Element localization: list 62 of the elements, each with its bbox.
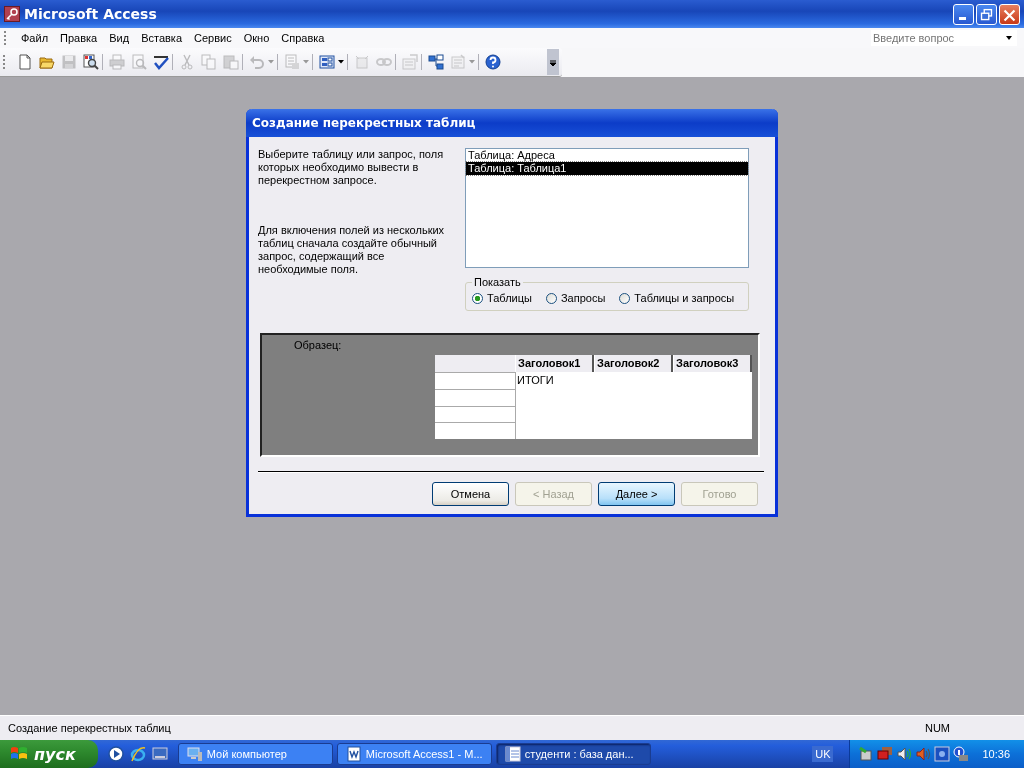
key-icon: [4, 6, 20, 22]
radio-label: Запросы: [560, 292, 606, 304]
page-magnifier-icon[interactable]: [83, 54, 99, 70]
sample-label: Образец:: [294, 339, 342, 351]
toolbar-options-icon[interactable]: [547, 49, 559, 75]
windows-flag-icon: [10, 746, 28, 762]
instruction-text: Для включения полей из нескольких таблиц сначала создайте обычный запрос, содержащий все необходимые поля.: [258, 224, 446, 276]
start-button[interactable]: пуск: [0, 740, 98, 768]
check-mark-icon[interactable]: [153, 54, 169, 70]
forms-icon[interactable]: [319, 54, 335, 70]
table-icon: [504, 746, 521, 762]
language-indicator[interactable]: UK: [812, 746, 834, 762]
dialog-button[interactable]: Далее >: [598, 482, 675, 506]
total-value: ИТОГИ: [517, 374, 554, 386]
column-header: Заголовок1: [515, 355, 594, 372]
document-icon: [345, 746, 362, 762]
menu-item[interactable]: Вид: [103, 30, 136, 46]
browser-icon[interactable]: [129, 746, 146, 762]
radio-icon[interactable]: [472, 292, 483, 304]
status-text: Создание перекрестных таблиц: [8, 722, 171, 734]
dropdown-arrow-icon: [1005, 34, 1013, 42]
menu-item[interactable]: Правка: [54, 30, 104, 46]
close-button[interactable]: [999, 3, 1020, 25]
group-label: Показать: [473, 276, 522, 288]
radio-label: Таблицы: [487, 292, 532, 304]
desktop-icon[interactable]: [151, 746, 168, 762]
computer-icon: [186, 746, 203, 762]
toolbar-button[interactable]: [80, 54, 103, 70]
window-icon[interactable]: [934, 746, 951, 762]
menu-item[interactable]: Окно: [237, 30, 276, 46]
menu-item[interactable]: Файл: [15, 30, 55, 46]
radio-icon[interactable]: [619, 292, 631, 304]
column-header: Заголовок2: [594, 355, 673, 372]
help-search-field[interactable]: Введите вопрос: [871, 30, 1017, 46]
info-icon[interactable]: [953, 746, 970, 762]
menu-item[interactable]: Сервис: [188, 30, 238, 46]
clock: 10:36: [982, 748, 1010, 760]
taskbar-button[interactable]: Мой компьютер: [177, 743, 333, 765]
minimize-icon: [959, 16, 966, 20]
radio-option[interactable]: Запросы: [545, 292, 606, 304]
taskbar-button[interactable]: студенти : база дан...: [495, 743, 651, 765]
network-icon[interactable]: [858, 746, 875, 762]
minimize-button[interactable]: [953, 3, 974, 25]
restore-button[interactable]: [976, 3, 997, 25]
speaker-icon[interactable]: [896, 746, 913, 762]
menu-item[interactable]: Справка: [275, 30, 331, 46]
menu-item[interactable]: Вставка: [135, 30, 188, 46]
media-player-icon[interactable]: [107, 746, 124, 762]
toolbar-button[interactable]: [316, 54, 348, 70]
instruction-text: Выберите таблицу или запрос, поля которых необходимо вывести в перекрестном запросе.: [258, 148, 445, 187]
caret-icon[interactable]: [338, 60, 344, 64]
column-header: Заголовок3: [673, 355, 752, 372]
dialog-title: Создание перекрестных таблиц: [246, 109, 778, 137]
num-lock-indicator: NUM: [924, 722, 950, 734]
list-item[interactable]: Таблица: Таблица1: [466, 162, 748, 175]
window-title: Microsoft Access: [24, 6, 157, 22]
dialog-button[interactable]: Отмена: [432, 482, 509, 506]
list-item[interactable]: Таблица: Адреса: [466, 149, 748, 162]
monitors-icon[interactable]: [877, 746, 894, 762]
radio-option[interactable]: Таблицы: [472, 292, 532, 304]
radio-icon[interactable]: [545, 292, 557, 304]
taskbar-button[interactable]: Microsoft Access1 - M...: [336, 743, 492, 765]
